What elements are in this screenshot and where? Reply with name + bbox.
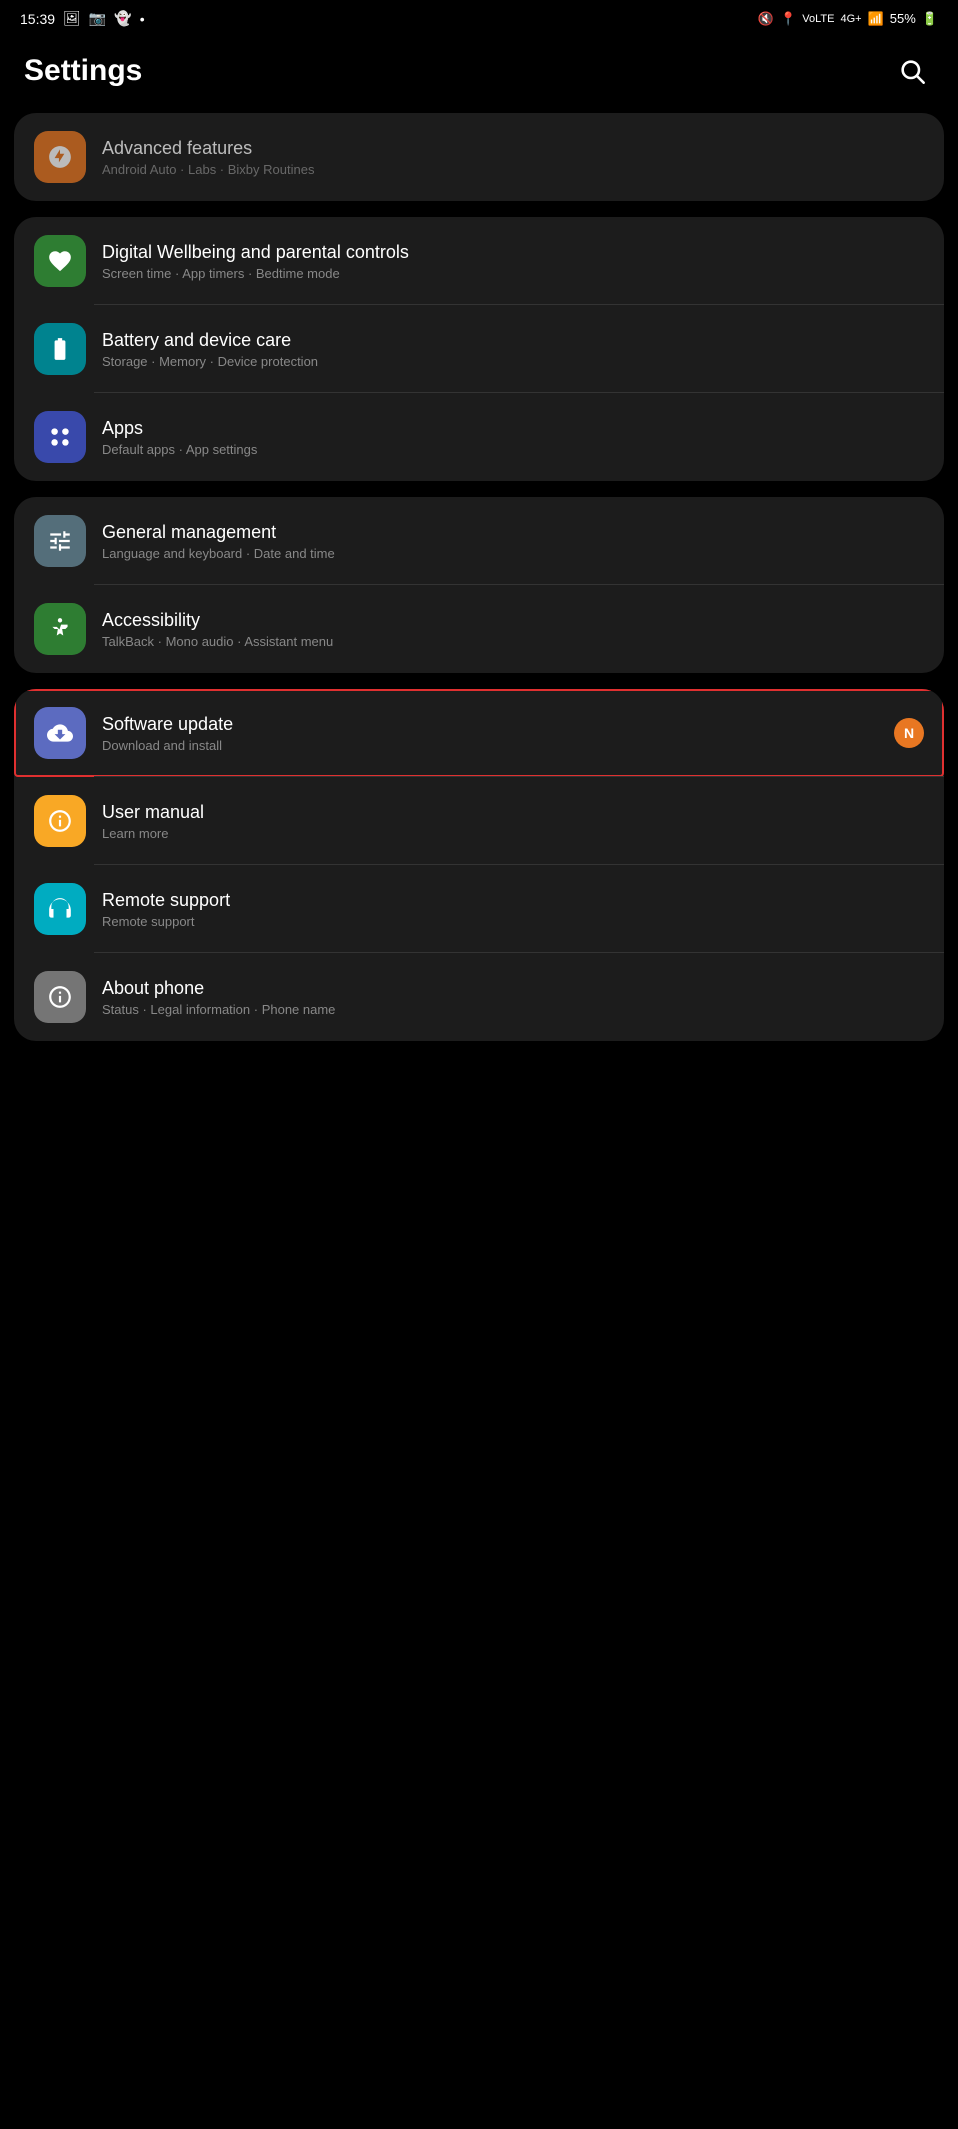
apps-title: Apps bbox=[102, 418, 924, 439]
settings-item-apps[interactable]: Apps Default apps · App settings bbox=[14, 393, 944, 481]
user-manual-text: User manual Learn more bbox=[102, 802, 924, 841]
status-right: 🔇 📍 VoLTE 4G+ 📶 55% 🔋 bbox=[758, 11, 938, 27]
instagram-icon: 📷 bbox=[89, 10, 106, 27]
remote-support-subtitle: Remote support bbox=[102, 914, 924, 929]
remote-support-title: Remote support bbox=[102, 890, 924, 911]
battery-device-text: Battery and device care Storage · Memory… bbox=[102, 330, 924, 369]
battery-device-title: Battery and device care bbox=[102, 330, 924, 351]
software-update-text: Software update Download and install bbox=[102, 714, 894, 753]
battery-device-icon bbox=[34, 323, 86, 375]
status-time: 15:39 bbox=[20, 11, 55, 27]
general-management-text: General management Language and keyboard… bbox=[102, 522, 924, 561]
volte-icon: VoLTE bbox=[802, 13, 834, 25]
digital-wellbeing-subtitle: Screen time · App timers · Bedtime mode bbox=[102, 266, 924, 281]
advanced-features-icon bbox=[34, 131, 86, 183]
about-phone-text: About phone Status · Legal information ·… bbox=[102, 978, 924, 1017]
settings-item-advanced-features[interactable]: Advanced features Android Auto · Labs · … bbox=[14, 113, 944, 201]
software-update-subtitle: Download and install bbox=[102, 738, 894, 753]
status-bar: 15:39 🖼 📷 👻 • 🔇 📍 VoLTE 4G+ 📶 55% 🔋 bbox=[0, 0, 958, 33]
accessibility-title: Accessibility bbox=[102, 610, 924, 631]
accessibility-icon bbox=[34, 603, 86, 655]
digital-wellbeing-title: Digital Wellbeing and parental controls bbox=[102, 242, 924, 263]
apps-icon bbox=[34, 411, 86, 463]
signal-icon: 📶 bbox=[868, 11, 884, 27]
settings-item-software-update[interactable]: Software update Download and install N bbox=[14, 689, 944, 777]
user-manual-title: User manual bbox=[102, 802, 924, 823]
settings-group-support: Software update Download and install N U… bbox=[14, 689, 944, 1041]
software-update-title: Software update bbox=[102, 714, 894, 735]
battery-device-subtitle: Storage · Memory · Device protection bbox=[102, 354, 924, 369]
apps-subtitle: Default apps · App settings bbox=[102, 442, 924, 457]
about-phone-icon bbox=[34, 971, 86, 1023]
status-left: 15:39 🖼 📷 👻 • bbox=[20, 10, 145, 27]
advanced-features-title: Advanced features bbox=[102, 138, 924, 159]
dot-icon: • bbox=[140, 11, 145, 27]
settings-item-battery[interactable]: Battery and device care Storage · Memory… bbox=[14, 305, 944, 393]
settings-group-general: General management Language and keyboard… bbox=[14, 497, 944, 673]
lte-icon: 4G+ bbox=[840, 13, 861, 25]
page-title: Settings bbox=[24, 54, 142, 88]
digital-wellbeing-icon bbox=[34, 235, 86, 287]
general-management-subtitle: Language and keyboard · Date and time bbox=[102, 546, 924, 561]
software-update-icon bbox=[34, 707, 86, 759]
accessibility-text: Accessibility TalkBack · Mono audio · As… bbox=[102, 610, 924, 649]
settings-item-general-management[interactable]: General management Language and keyboard… bbox=[14, 497, 944, 585]
user-manual-subtitle: Learn more bbox=[102, 826, 924, 841]
location-icon: 📍 bbox=[780, 11, 796, 27]
about-phone-subtitle: Status · Legal information · Phone name bbox=[102, 1002, 924, 1017]
search-button[interactable] bbox=[890, 49, 934, 93]
settings-item-remote-support[interactable]: Remote support Remote support bbox=[14, 865, 944, 953]
user-manual-icon bbox=[34, 795, 86, 847]
software-update-badge: N bbox=[894, 718, 924, 748]
general-management-icon bbox=[34, 515, 86, 567]
settings-item-user-manual[interactable]: User manual Learn more bbox=[14, 777, 944, 865]
settings-item-accessibility[interactable]: Accessibility TalkBack · Mono audio · As… bbox=[14, 585, 944, 673]
advanced-features-text: Advanced features Android Auto · Labs · … bbox=[102, 138, 924, 177]
advanced-features-subtitle: Android Auto · Labs · Bixby Routines bbox=[102, 162, 924, 177]
apps-text: Apps Default apps · App settings bbox=[102, 418, 924, 457]
accessibility-subtitle: TalkBack · Mono audio · Assistant menu bbox=[102, 634, 924, 649]
mute-icon: 🔇 bbox=[758, 11, 774, 27]
remote-support-text: Remote support Remote support bbox=[102, 890, 924, 929]
settings-item-digital-wellbeing[interactable]: Digital Wellbeing and parental controls … bbox=[14, 217, 944, 305]
app-header: Settings bbox=[0, 33, 958, 113]
digital-wellbeing-text: Digital Wellbeing and parental controls … bbox=[102, 242, 924, 281]
battery-level: 55% bbox=[890, 11, 916, 26]
general-management-title: General management bbox=[102, 522, 924, 543]
gallery-icon: 🖼 bbox=[63, 10, 81, 27]
settings-group-advanced: Advanced features Android Auto · Labs · … bbox=[14, 113, 944, 201]
battery-icon: 🔋 bbox=[922, 11, 938, 27]
snapchat-icon: 👻 bbox=[114, 10, 131, 27]
remote-support-icon bbox=[34, 883, 86, 935]
about-phone-title: About phone bbox=[102, 978, 924, 999]
settings-group-wellbeing: Digital Wellbeing and parental controls … bbox=[14, 217, 944, 481]
settings-item-about-phone[interactable]: About phone Status · Legal information ·… bbox=[14, 953, 944, 1041]
